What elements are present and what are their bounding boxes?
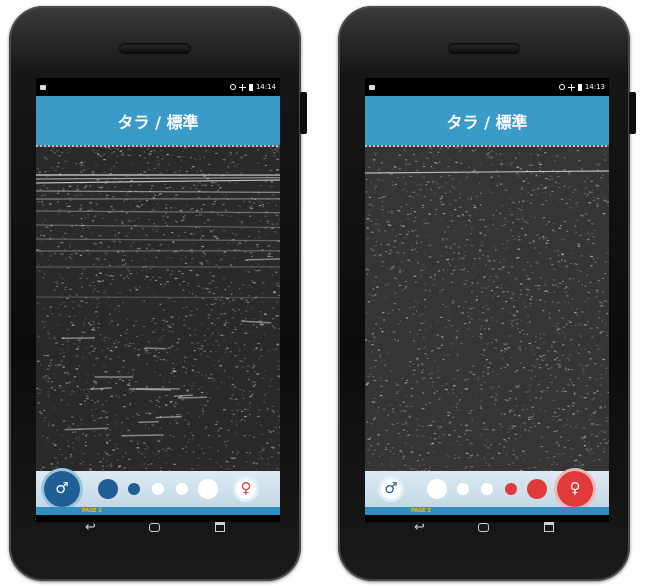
- freshness-level-dot[interactable]: [427, 479, 447, 499]
- battery-icon: [248, 83, 253, 91]
- alarm-icon: [558, 84, 565, 90]
- status-time: 14:14: [255, 83, 276, 91]
- male-symbol-icon-glyph: ♂: [384, 478, 398, 497]
- sim-icon: [369, 84, 375, 90]
- home-icon: [149, 523, 160, 532]
- freshness-level-dot[interactable]: [176, 483, 188, 495]
- female-symbol-icon-glyph: ♀: [569, 478, 581, 497]
- sim-icon: [40, 84, 46, 90]
- male-symbol-icon[interactable]: ♂: [44, 471, 80, 507]
- page-title: タラ / 標準: [117, 112, 199, 132]
- page-title: タラ / 標準: [446, 112, 528, 132]
- title-bar: タラ / 標準: [36, 96, 280, 145]
- freshness-level-dot[interactable]: [152, 483, 164, 495]
- page-bar: PAGE 2: [36, 507, 280, 515]
- ultrasound-scan-view[interactable]: [36, 147, 280, 471]
- status-time: 14:13: [584, 83, 605, 91]
- title-bar: タラ / 標準: [365, 96, 609, 145]
- freshness-level-dot[interactable]: [128, 483, 140, 495]
- back-icon[interactable]: ↩: [85, 521, 96, 535]
- freshness-level-dot[interactable]: [198, 479, 218, 499]
- female-symbol-icon-glyph: ♀: [240, 478, 252, 497]
- recent-apps-button[interactable]: [544, 521, 554, 535]
- recent-apps-button[interactable]: [215, 521, 225, 535]
- recent-apps-icon: [215, 522, 225, 532]
- status-bar: 14:14: [36, 78, 280, 96]
- alarm-icon: [229, 84, 236, 90]
- hardware-nav-bar: ↩: [338, 519, 630, 539]
- back-icon[interactable]: ↩: [414, 521, 425, 535]
- male-symbol-icon[interactable]: ♂: [378, 476, 404, 502]
- side-button[interactable]: [629, 92, 636, 134]
- ultrasound-image: [36, 147, 280, 471]
- home-button[interactable]: [478, 521, 489, 535]
- screen: 14:13 タラ / 標準 ♂ ♀ PAGE 2: [365, 78, 609, 522]
- signal-icon: [567, 83, 575, 91]
- home-button[interactable]: [149, 521, 160, 535]
- page-label: PAGE 2: [411, 508, 431, 514]
- freshness-level-dot[interactable]: [481, 483, 493, 495]
- page-label: PAGE 2: [82, 508, 102, 514]
- recent-apps-icon: [544, 522, 554, 532]
- ultrasound-scan-view[interactable]: [365, 147, 609, 471]
- status-bar: 14:13: [365, 78, 609, 96]
- phone-left: 14:14 タラ / 標準 ♂ ♀ PAGE 2 ↩: [9, 6, 307, 581]
- female-symbol-icon[interactable]: ♀: [557, 471, 593, 507]
- female-symbol-icon[interactable]: ♀: [233, 476, 259, 502]
- battery-icon: [577, 83, 582, 91]
- screen: 14:14 タラ / 標準 ♂ ♀ PAGE 2: [36, 78, 280, 522]
- phone-right: 14:13 タラ / 標準 ♂ ♀ PAGE 2 ↩: [338, 6, 636, 581]
- page-bar: PAGE 2: [365, 507, 609, 515]
- earpiece-speaker: [119, 43, 191, 54]
- freshness-level-dot[interactable]: [505, 483, 517, 495]
- earpiece-speaker: [448, 43, 520, 54]
- male-symbol-icon-glyph: ♂: [55, 478, 69, 497]
- freshness-level-dot[interactable]: [98, 479, 118, 499]
- ultrasound-image: [365, 147, 609, 471]
- side-button[interactable]: [300, 92, 307, 134]
- freshness-level-dot[interactable]: [527, 479, 547, 499]
- freshness-selector[interactable]: ♂ ♀: [36, 471, 280, 507]
- home-icon: [478, 523, 489, 532]
- freshness-level-dot[interactable]: [457, 483, 469, 495]
- hardware-nav-bar: ↩: [9, 519, 301, 539]
- freshness-selector[interactable]: ♂ ♀: [365, 471, 609, 507]
- signal-icon: [238, 83, 246, 91]
